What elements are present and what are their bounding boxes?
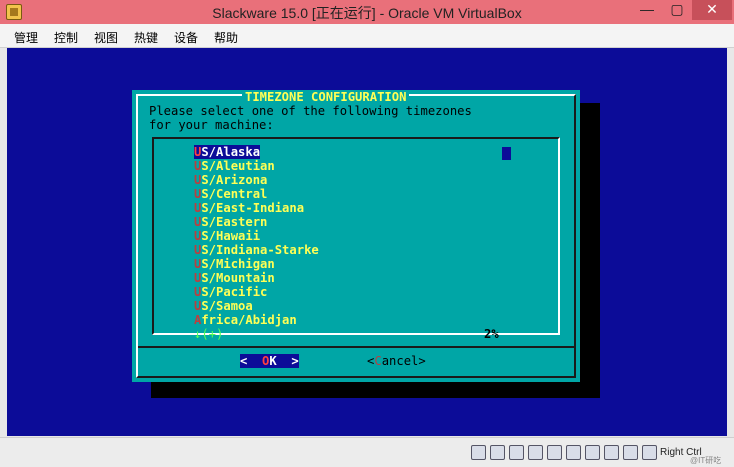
menu-hotkeys[interactable]: 热键 [134,29,158,46]
timezone-list-item[interactable]: US/Central [194,187,319,201]
timezone-list-item[interactable]: US/Pacific [194,285,319,299]
dialog-divider [138,346,574,348]
menu-control[interactable]: 控制 [54,29,78,46]
timezone-list-item[interactable]: US/East-Indiana [194,201,319,215]
optical-drive-icon[interactable] [490,445,505,460]
cancel-button[interactable]: <Cancel> [367,354,426,368]
menu-devices[interactable]: 设备 [174,29,198,46]
timezone-list-item[interactable]: US/Hawaii [194,229,319,243]
status-bar: Right Ctrl [0,437,734,467]
hard-disk-icon[interactable] [471,445,486,460]
timezone-label: S/Eastern [201,215,268,229]
mouse-integration-icon[interactable] [623,445,638,460]
timezone-list-item[interactable]: US/Alaska [194,145,319,159]
ok-button[interactable]: < OK > [240,354,299,368]
timezone-label: S/Samoa [201,299,253,313]
usb-icon[interactable] [509,445,524,460]
maximize-button[interactable]: ▢ [662,0,692,20]
menu-view[interactable]: 视图 [94,29,118,46]
timezone-list[interactable]: US/Alaska US/Aleutian US/Arizona US/Central… [152,137,560,341]
window-title: Slackware 15.0 [正在运行] - Oracle VM Virtua… [212,5,522,21]
menu-bar: 管理 控制 视图 热键 设备 帮助 [0,24,734,48]
timezone-label: S/Indiana-Starke [201,243,319,257]
close-button[interactable]: ✕ [692,0,732,20]
ok-rest: K > [269,354,299,368]
timezone-label: frica/Abidjan [201,313,297,327]
minimize-button[interactable]: — [632,0,662,20]
timezone-label: S/Pacific [201,285,268,299]
dialog-prompt: Please select one of the following timez… [149,104,472,118]
scroll-down-indicator[interactable]: ↓(+) [194,327,223,341]
dialog-title: TIMEZONE CONFIGURATION [242,90,410,104]
timezone-label: S/Alaska [201,145,261,159]
timezone-label: S/Aleutian [201,159,275,173]
watermark: @IT研吃 [690,456,722,465]
cancel-hotkey: C [374,354,382,368]
menu-help[interactable]: 帮助 [214,29,238,46]
timezone-list-item[interactable]: US/Indiana-Starke [194,243,319,257]
shared-folder-icon[interactable] [547,445,562,460]
timezone-list-item[interactable]: Africa/Abidjan [194,313,319,327]
timezone-label: S/Hawaii [201,229,261,243]
timezone-list-item[interactable]: US/Samoa [194,299,319,313]
timezone-label: S/Central [201,187,268,201]
text-cursor [502,147,511,160]
window-titlebar[interactable]: Slackware 15.0 [正在运行] - Oracle VM Virtua… [0,0,734,24]
timezone-label: S/Mountain [201,271,275,285]
dialog-prompt: for your machine: [149,118,274,132]
menu-machine[interactable]: 管理 [14,29,38,46]
display-icon[interactable] [566,445,581,460]
vm-display[interactable]: TIMEZONE CONFIGURATION Please select one… [7,48,727,436]
keyboard-icon[interactable] [642,445,657,460]
cpu-icon[interactable] [604,445,619,460]
timezone-list-item[interactable]: US/Mountain [194,271,319,285]
timezone-label: S/Michigan [201,257,275,271]
timezone-dialog: TIMEZONE CONFIGURATION Please select one… [132,90,580,382]
timezone-list-item[interactable]: US/Eastern [194,215,319,229]
timezone-list-item[interactable]: US/Michigan [194,257,319,271]
timezone-list-items: US/Alaska US/Aleutian US/Arizona US/Central… [194,145,319,327]
scroll-percent: 2% [484,327,499,341]
timezone-list-item[interactable]: US/Arizona [194,173,319,187]
network-icon[interactable] [528,445,543,460]
timezone-label: S/Arizona [201,173,268,187]
recording-icon[interactable] [585,445,600,460]
cancel-rest: ancel> [381,354,426,368]
ok-left: < [240,354,263,368]
timezone-label: S/East-Indiana [201,201,305,215]
timezone-list-item[interactable]: US/Aleutian [194,159,319,173]
